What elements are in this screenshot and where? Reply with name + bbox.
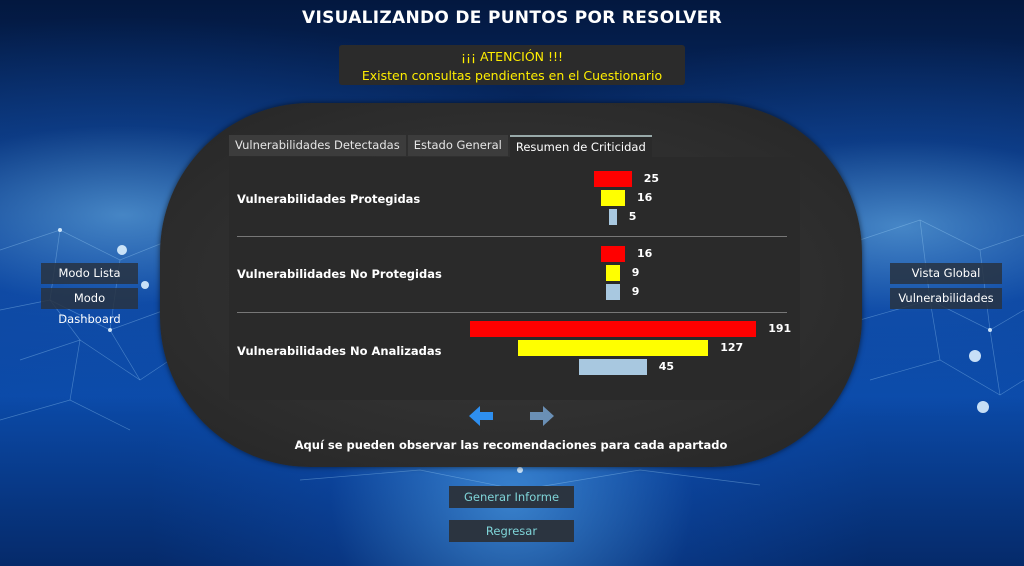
- bar-value-label: 16: [637, 191, 653, 204]
- chart-bar: [601, 190, 625, 206]
- tab-vulnerabilidades-detectadas[interactable]: Vulnerabilidades Detectadas: [229, 135, 406, 156]
- chart-bar: [594, 171, 632, 187]
- chart-bar: [601, 246, 625, 262]
- category-label: Vulnerabilidades No Analizadas: [237, 344, 442, 358]
- chart-bar: [517, 340, 709, 356]
- vulnerabilidades-button[interactable]: Vulnerabilidades: [890, 288, 1002, 309]
- tab-bar: Vulnerabilidades Detectadas Estado Gener…: [229, 135, 654, 157]
- category-label: Vulnerabilidades No Protegidas: [237, 267, 442, 281]
- bar-value-label: 45: [658, 360, 675, 373]
- bar-value-label: 5: [628, 210, 637, 223]
- attention-message: Existen consultas pendientes en el Cuest…: [361, 68, 663, 83]
- attention-banner: ¡¡¡ ATENCIÓN !!! Existen consultas pendi…: [339, 45, 685, 85]
- criticality-chart: Vulnerabilidades Protegidas Vulnerabilid…: [229, 157, 800, 400]
- chart-bar: [579, 359, 647, 375]
- caption-text: Aquí se pueden observar las recomendacio…: [294, 438, 728, 452]
- bar-value-label: 9: [631, 285, 640, 298]
- vista-global-button[interactable]: Vista Global: [890, 263, 1002, 284]
- modo-lista-button[interactable]: Modo Lista: [41, 263, 138, 284]
- chart-bar: [606, 265, 620, 281]
- arrow-left-icon[interactable]: [467, 404, 495, 428]
- tab-estado-general[interactable]: Estado General: [407, 135, 508, 156]
- bar-value-label: 9: [631, 266, 640, 279]
- chart-bar: [469, 321, 757, 337]
- chart-bar: [606, 284, 620, 300]
- bar-value-label: 25: [643, 172, 660, 185]
- arrow-right-icon[interactable]: [528, 404, 556, 428]
- generar-informe-button[interactable]: Generar Informe: [449, 486, 574, 508]
- chart-bar: [609, 209, 617, 225]
- regresar-button[interactable]: Regresar: [449, 520, 574, 542]
- bar-value-label: 16: [637, 247, 653, 260]
- page-title: VISUALIZANDO DE PUNTOS POR RESOLVER: [301, 8, 723, 28]
- category-label: Vulnerabilidades Protegidas: [237, 192, 421, 206]
- row-divider: [237, 312, 787, 313]
- attention-title: ¡¡¡ ATENCIÓN !!!: [460, 49, 564, 64]
- bar-value-label: 191: [768, 322, 792, 335]
- modo-dashboard-button[interactable]: Modo Dashboard: [41, 288, 138, 326]
- tab-resumen-criticidad[interactable]: Resumen de Criticidad: [509, 135, 652, 157]
- row-divider: [237, 236, 787, 237]
- bar-value-label: 127: [720, 341, 744, 354]
